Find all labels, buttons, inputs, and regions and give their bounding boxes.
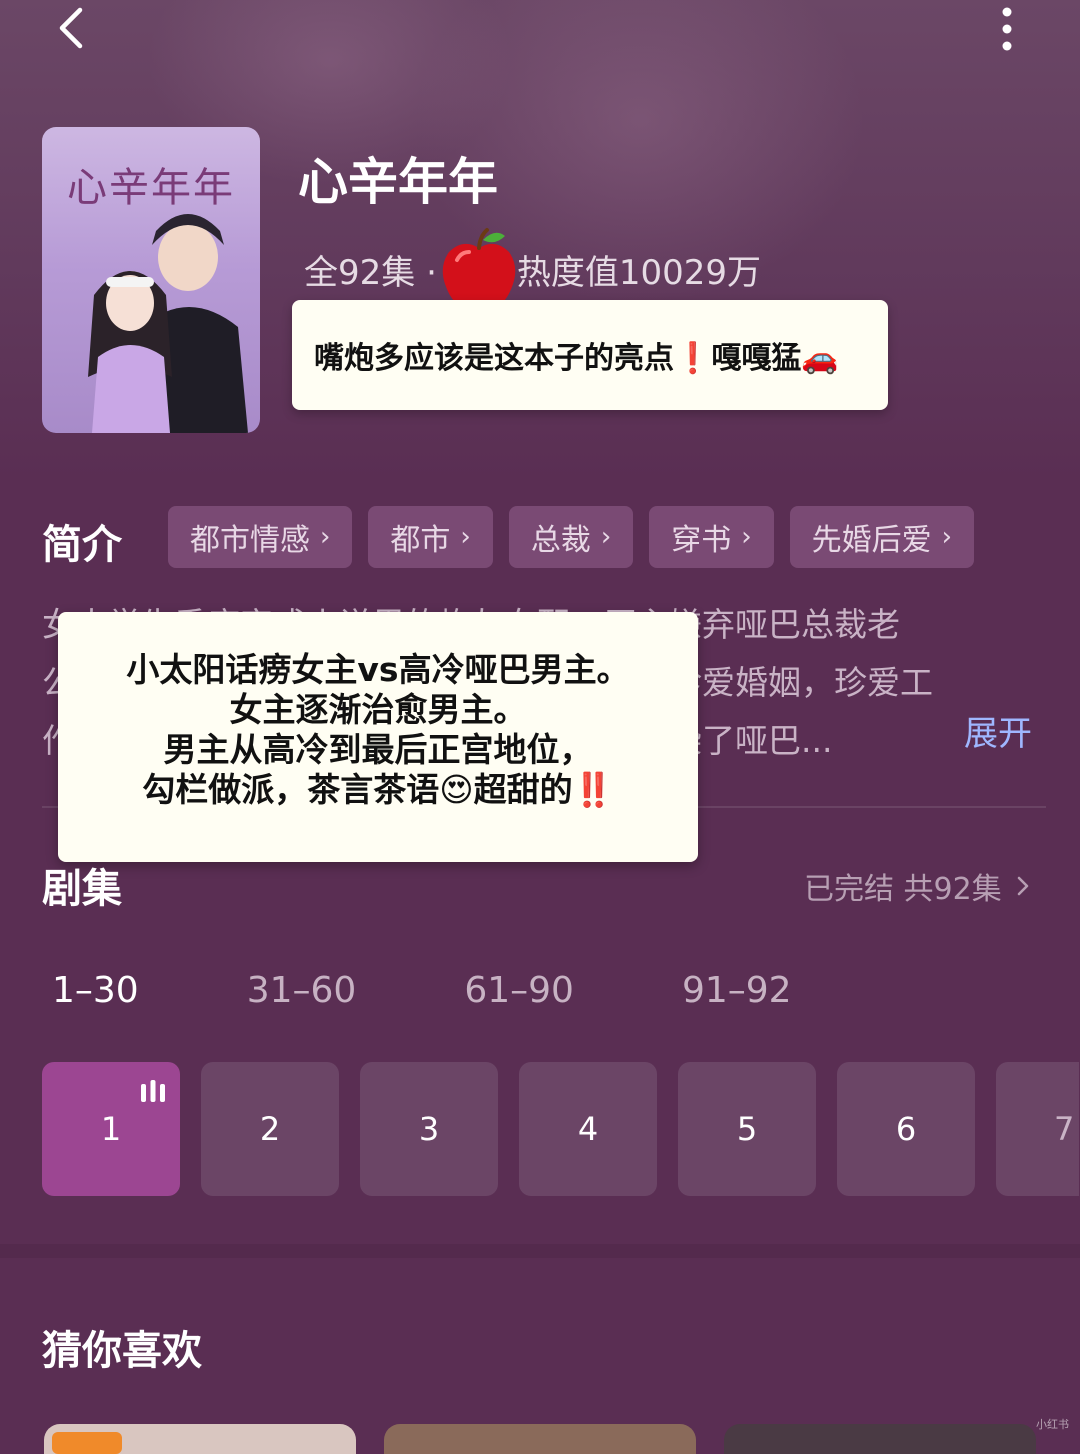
chevron-right-icon: ›	[741, 522, 752, 552]
chevron-right-icon: ›	[600, 522, 612, 552]
overlay-line: 勾栏做派，茶言茶语😍超甜的‼️	[142, 770, 614, 809]
episode-button[interactable]: 1	[42, 1062, 180, 1196]
chevron-right-icon: ›	[460, 522, 471, 552]
range-tab[interactable]: 61–90	[464, 970, 574, 1011]
episode-number: 3	[418, 1110, 440, 1148]
vertical-ellipsis-icon[interactable]	[990, 4, 1024, 52]
episode-range-tabs: 1–30 31–60 61–90 91–92	[52, 970, 900, 1011]
range-tab[interactable]: 31–60	[247, 970, 357, 1011]
tag-label: 先婚后爱	[811, 523, 932, 558]
show-poster[interactable]: 心辛年年	[42, 127, 260, 433]
recommend-card[interactable]	[384, 1424, 696, 1454]
episodes-label: 剧集	[42, 866, 122, 912]
intro-label: 简介	[42, 522, 122, 568]
overlay-line: 男主从高冷到最后正宫地位，	[163, 730, 593, 769]
tag-label: 总裁	[530, 523, 591, 558]
tag-label: 穿书	[671, 523, 732, 558]
overlay-comment-card: 小太阳话痨女主vs高冷哑巴男主。 女主逐渐治愈男主。 男主从高冷到最后正宫地位，…	[58, 612, 698, 862]
expand-link[interactable]: 展开	[964, 706, 1032, 755]
watermark: 小红书	[1036, 1418, 1069, 1431]
episodes-status-link[interactable]: 已完结 共92集	[804, 864, 1030, 908]
episode-number: 6	[895, 1110, 917, 1148]
chevron-left-icon[interactable]	[50, 6, 94, 50]
tag-label: 都市	[390, 523, 451, 558]
episode-number: 4	[577, 1110, 599, 1148]
chevron-right-icon: ›	[941, 522, 953, 552]
episode-number: 2	[259, 1110, 281, 1148]
episode-button[interactable]: 7	[996, 1062, 1079, 1196]
episode-button[interactable]: 4	[519, 1062, 657, 1196]
poster-art-icon	[88, 214, 248, 433]
comment-text: 嘴炮多应该是这本子的亮点❗️嘎嘎猛🚗	[314, 341, 839, 376]
recommend-label: 猜你喜欢	[42, 1328, 202, 1374]
tag-ceo[interactable]: 总裁 ›	[508, 506, 634, 568]
range-tab[interactable]: 1–30	[52, 970, 139, 1011]
episode-button[interactable]: 5	[678, 1062, 816, 1196]
episode-number: 7	[1054, 1110, 1075, 1148]
episodes-status-text: 已完结 共92集	[804, 872, 1002, 907]
recommend-card[interactable]	[44, 1424, 356, 1454]
comment-card: 嘴炮多应该是这本子的亮点❗️嘎嘎猛🚗	[292, 300, 888, 410]
tag-marriage-first[interactable]: 先婚后爱 ›	[789, 506, 975, 568]
heat-value: 热度值10029万	[516, 252, 762, 293]
overlay-line: 小太阳话痨女主vs高冷哑巴男主。	[126, 650, 630, 689]
tag-list: 都市情感 › 都市 › 总裁 › 穿书 › 先婚后爱 ›	[168, 506, 975, 568]
episode-number: 1	[100, 1110, 122, 1148]
show-title: 心辛年年	[298, 153, 498, 211]
section-separator	[0, 1244, 1080, 1258]
overlay-line: 女主逐渐治愈男主。	[229, 690, 527, 729]
recommend-card[interactable]	[724, 1424, 1036, 1454]
tag-label: 都市情感	[190, 523, 310, 558]
episode-grid: 1 2 3 4 5 6 7	[42, 1062, 1079, 1196]
episode-button[interactable]: 6	[837, 1062, 975, 1196]
episode-number: 5	[736, 1110, 758, 1148]
range-tab[interactable]: 91–92	[682, 970, 792, 1011]
top-bar	[0, 0, 1080, 70]
chevron-right-icon	[1017, 876, 1028, 896]
recommend-badge	[52, 1432, 122, 1454]
tag-urban-romance[interactable]: 都市情感 ›	[168, 506, 353, 568]
chevron-right-icon: ›	[320, 522, 331, 552]
tag-transmigration[interactable]: 穿书 ›	[649, 506, 774, 568]
now-playing-icon	[141, 1080, 165, 1102]
tag-urban[interactable]: 都市 ›	[368, 506, 493, 568]
episode-button[interactable]: 2	[201, 1062, 339, 1196]
episode-count: 全92集 ·	[304, 252, 437, 293]
episode-button[interactable]: 3	[360, 1062, 498, 1196]
